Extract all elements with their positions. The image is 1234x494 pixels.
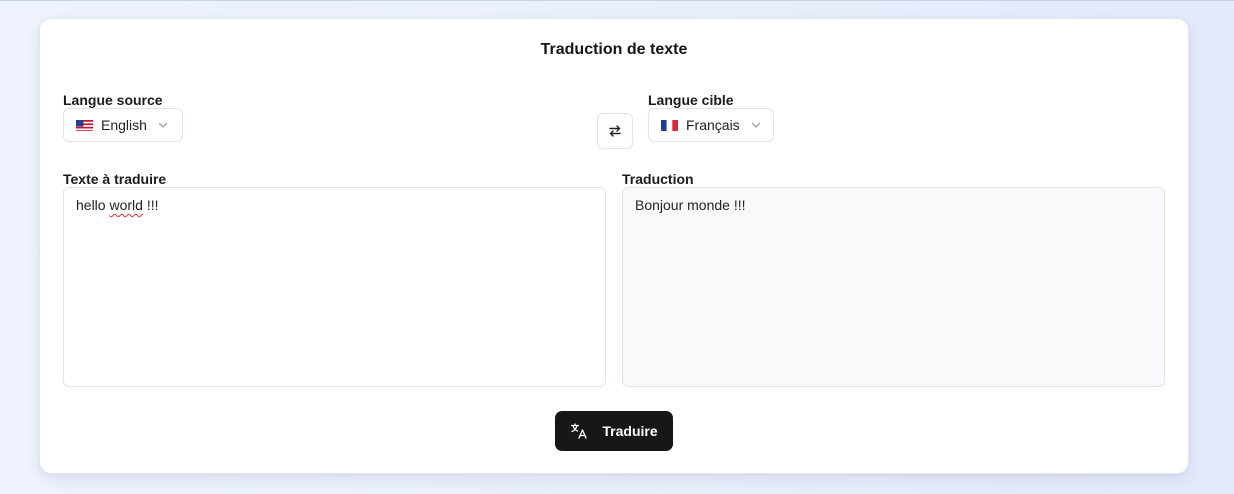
swap-arrows-icon — [609, 125, 621, 137]
translate-button-label: Traduire — [602, 423, 658, 439]
translate-icon — [571, 423, 588, 439]
translate-button[interactable]: Traduire — [555, 411, 673, 451]
us-flag-icon — [76, 119, 93, 131]
source-language-label: Langue source — [63, 92, 163, 108]
source-text-part: hello — [76, 197, 110, 213]
translation-text: Bonjour monde !!! — [635, 197, 746, 213]
input-text-label: Texte à traduire — [63, 171, 167, 187]
source-text-part: !!! — [142, 197, 159, 213]
source-language-select[interactable]: English — [63, 108, 183, 142]
translation-output[interactable]: Bonjour monde !!! — [622, 187, 1165, 387]
fr-flag-icon — [661, 119, 678, 131]
chevron-down-icon — [158, 122, 168, 128]
chevron-down-icon — [751, 122, 760, 128]
target-language-select[interactable]: Français — [648, 108, 774, 142]
source-language-value: English — [101, 117, 147, 133]
target-language-label: Langue cible — [648, 92, 734, 108]
translation-label: Traduction — [622, 171, 694, 187]
misspelled-word: world — [109, 197, 143, 213]
target-language-value: Français — [686, 117, 740, 133]
swap-languages-button[interactable] — [597, 113, 633, 149]
source-text-input[interactable]: hello world !!! — [63, 187, 606, 387]
translation-card: Traduction de texte Langue source Englis… — [39, 18, 1189, 474]
page-title: Traduction de texte — [540, 41, 688, 58]
